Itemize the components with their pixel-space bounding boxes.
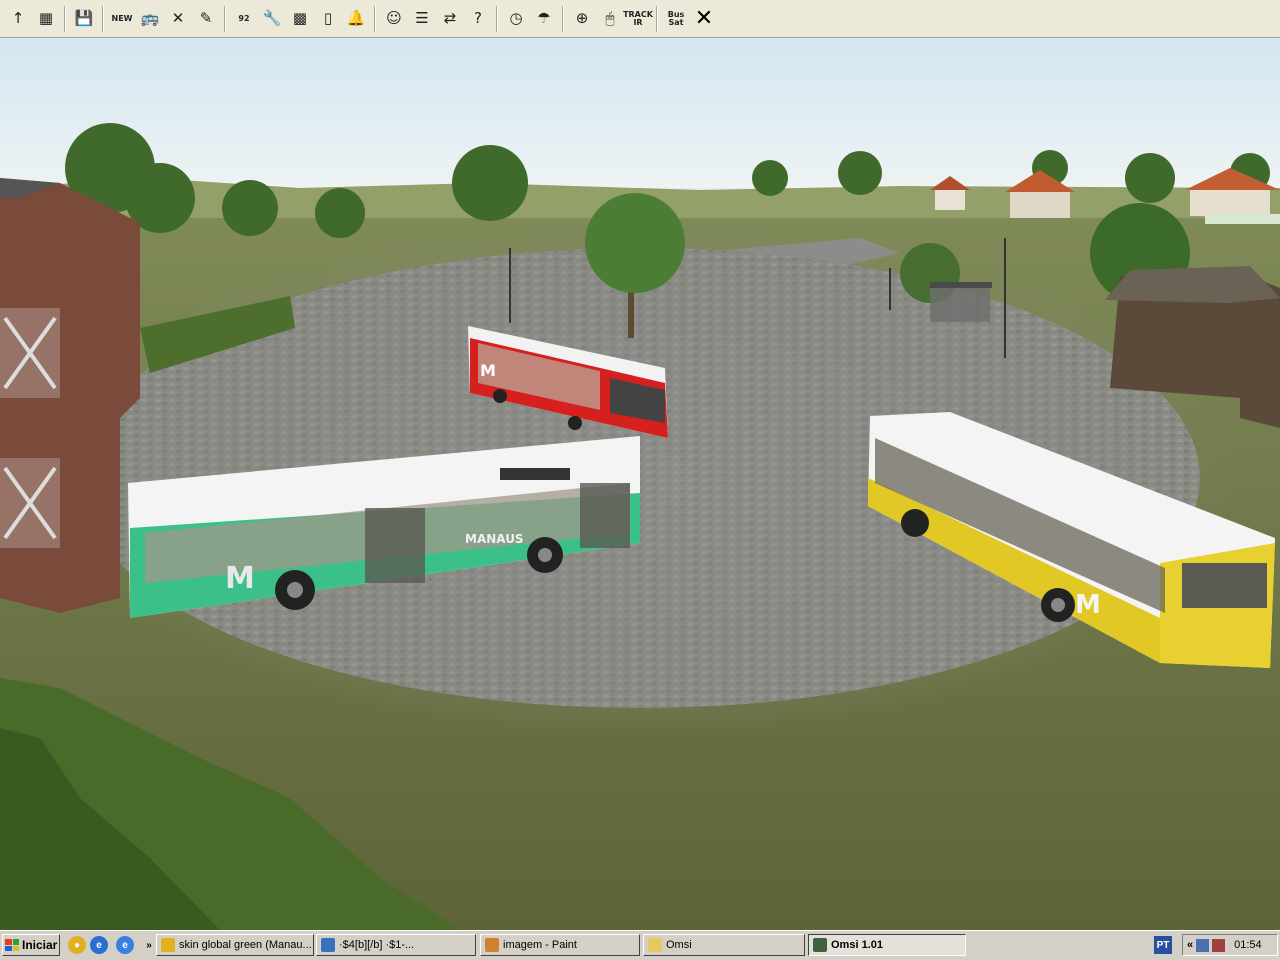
- up-arrow-icon: ↑: [11, 9, 25, 27]
- taskbar-button-label: Omsi: [666, 939, 692, 951]
- taskbar-button[interactable]: imagem - Paint: [480, 934, 640, 956]
- options-button[interactable]: Bus Sat: [663, 6, 689, 32]
- start-label: Iniciar: [22, 938, 58, 952]
- compass-icon: ⊕: [575, 9, 589, 27]
- close-icon: ✕: [694, 5, 714, 31]
- clock-icon: ◷: [509, 9, 523, 27]
- windows-taskbar: Iniciar ● e e» skin global green (Manau...…: [0, 930, 1280, 960]
- taskbar-button-label: Omsi 1.01: [831, 939, 883, 951]
- svg-text:M: M: [225, 561, 255, 596]
- chrome-icon[interactable]: ●: [68, 936, 86, 954]
- toolbar-separator: [562, 5, 564, 32]
- svg-text:MANAUS: MANAUS: [465, 532, 524, 546]
- seat-button[interactable]: ▩: [287, 6, 313, 32]
- scene-render: M M MANAUS M: [0, 38, 1280, 930]
- door-button[interactable]: ▯: [315, 6, 341, 32]
- new-bus-button[interactable]: NEW: [109, 6, 135, 32]
- clock[interactable]: 01:54: [1234, 939, 1262, 951]
- schedule-icon: 92: [238, 13, 250, 23]
- seat-icon: ▩: [292, 9, 308, 27]
- tray-expand-chevron[interactable]: «: [1187, 939, 1193, 951]
- windows-logo-icon: [5, 939, 19, 951]
- options-icon: Bus Sat: [667, 9, 685, 27]
- network-icon[interactable]: [1196, 938, 1210, 952]
- bus-icon: 🚌: [140, 9, 160, 27]
- bell-icon: 🔔: [346, 9, 366, 27]
- driver-button[interactable]: ☺: [381, 6, 407, 32]
- ie-icon-2[interactable]: e: [116, 936, 134, 954]
- ie-icon[interactable]: e: [90, 936, 108, 954]
- toolbar-separator: [64, 5, 66, 32]
- toolbar-separator: [496, 5, 498, 32]
- mouse-button[interactable]: 🖱: [597, 6, 623, 32]
- timetable-button[interactable]: ☰: [409, 6, 435, 32]
- toolbar-separator: [656, 5, 658, 32]
- wrench-button[interactable]: 🔧: [259, 6, 285, 32]
- route-button[interactable]: ⇄: [437, 6, 463, 32]
- compass-button[interactable]: ⊕: [569, 6, 595, 32]
- pen-button[interactable]: ✎: [193, 6, 219, 32]
- bell-button[interactable]: 🔔: [343, 6, 369, 32]
- up-arrow-button[interactable]: ↑: [5, 6, 31, 32]
- save-icon: 💾: [74, 9, 94, 27]
- taskbar-button[interactable]: skin global green (Manau...: [156, 934, 314, 956]
- taskbar-button[interactable]: ·$4[b][/b] ·$1-...: [316, 934, 476, 956]
- svg-text:M: M: [480, 361, 496, 380]
- start-button[interactable]: Iniciar: [2, 934, 60, 956]
- taskbar-button-label: imagem - Paint: [503, 939, 577, 951]
- weather-button[interactable]: ☂: [531, 6, 557, 32]
- app-icon: [813, 938, 827, 952]
- weather-icon: ☂: [537, 9, 551, 27]
- toolbar-separator: [102, 5, 104, 32]
- door-icon: ▯: [323, 9, 333, 27]
- svg-text:M: M: [1075, 590, 1101, 620]
- track-ir-button[interactable]: TRACK IR: [623, 6, 653, 32]
- schedule-button[interactable]: 92: [231, 6, 257, 32]
- app-icon: [161, 938, 175, 952]
- toolbar-separator: [374, 5, 376, 32]
- new-bus-icon: NEW: [111, 13, 133, 23]
- track-ir-icon: TRACK IR: [623, 9, 653, 27]
- taskbar-button[interactable]: Omsi 1.01: [808, 934, 966, 956]
- app-icon: [485, 938, 499, 952]
- game-toolbar: ↑ ▦ 💾 NEW 🚌 ✕ ✎ 92 🔧 ▩ ▯ 🔔 ☺ ☰ ⇄? ◷ ☂ ⊕ 🖱 TRACK IR Bus Sat ✕: [0, 0, 1280, 38]
- map-button[interactable]: ▦: [33, 6, 59, 32]
- route-icon: ⇄: [443, 9, 457, 27]
- help-button[interactable]: ?: [465, 6, 491, 32]
- wrench-icon: 🔧: [262, 9, 282, 27]
- map-icon: ▦: [38, 9, 54, 27]
- taskbar-button-label: skin global green (Manau...: [179, 939, 312, 951]
- language-indicator[interactable]: PT: [1154, 936, 1172, 954]
- toolbar-separator: [224, 5, 226, 32]
- delete-bus-icon: ✕: [171, 9, 185, 27]
- clock-button[interactable]: ◷: [503, 6, 529, 32]
- save-button[interactable]: 💾: [71, 6, 97, 32]
- timetable-icon: ☰: [415, 9, 429, 27]
- system-tray: « 01:54: [1182, 934, 1278, 956]
- volume-icon[interactable]: [1212, 938, 1226, 952]
- game-viewport[interactable]: M M MANAUS M: [0, 38, 1280, 930]
- pen-icon: ✎: [199, 9, 213, 27]
- app-icon: [321, 938, 335, 952]
- delete-bus-button[interactable]: ✕: [165, 6, 191, 32]
- app-icon: [648, 938, 662, 952]
- bus-button[interactable]: 🚌: [137, 6, 163, 32]
- mouse-icon: 🖱: [605, 9, 615, 27]
- driver-icon: ☺: [386, 9, 402, 27]
- taskbar-button-label: ·$4[b][/b] ·$1-...: [339, 939, 415, 951]
- close-button[interactable]: ✕: [691, 6, 717, 32]
- help-icon: ?: [474, 9, 482, 27]
- taskbar-button[interactable]: Omsi: [643, 934, 805, 956]
